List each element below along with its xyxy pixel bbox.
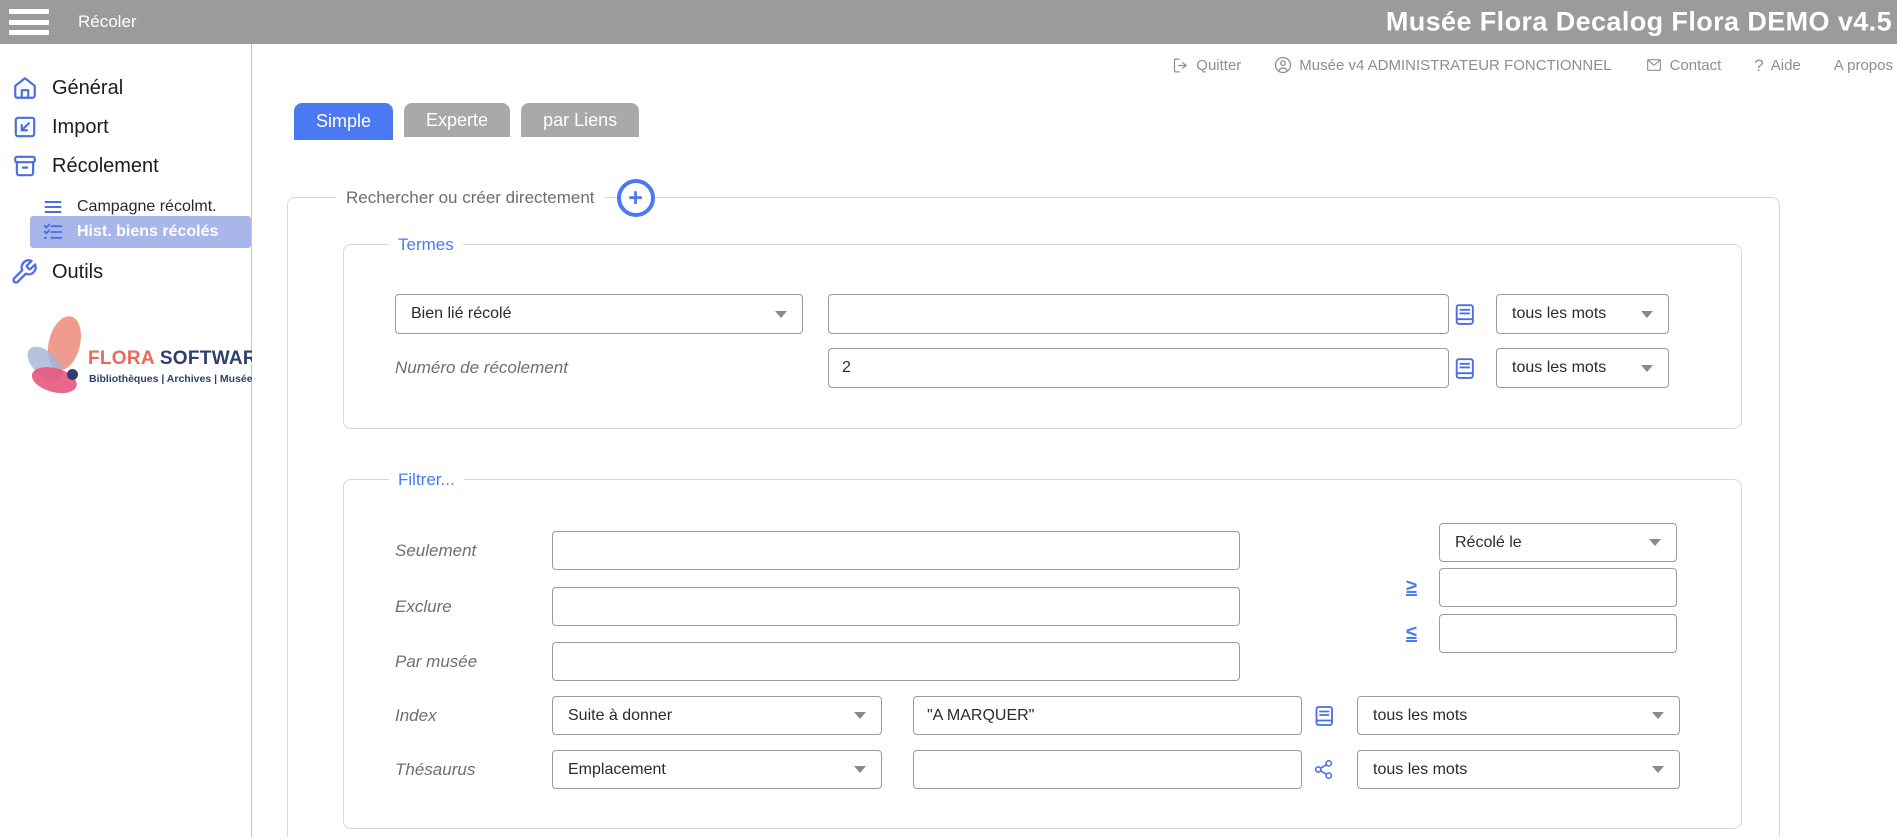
plus-icon: + [628, 186, 643, 211]
book-icon [1452, 302, 1477, 327]
toolbar: Quitter Musée v4 ADMINISTRATEUR FONCTION… [1172, 56, 1893, 74]
seulement-label: Seulement [395, 531, 476, 570]
logo-dot [67, 369, 78, 380]
index-value-input[interactable] [913, 696, 1302, 735]
tab-par-liens[interactable]: par Liens [521, 103, 639, 137]
chevron-down-icon [1652, 712, 1664, 719]
index-label: Index [395, 696, 437, 735]
chevron-down-icon [854, 766, 866, 773]
date-to-input[interactable] [1439, 614, 1677, 653]
sidebar-item-label: Hist. biens récolés [77, 223, 218, 241]
sidebar-item-label: Import [52, 116, 109, 139]
import-icon [12, 114, 38, 140]
thesaurus-label: Thésaurus [395, 750, 475, 789]
search-group-legend: Rechercher ou créer directement + [336, 179, 655, 217]
sidebar-item-label: Général [52, 77, 123, 100]
book-icon [1312, 704, 1336, 728]
user-icon [1274, 56, 1292, 74]
chevron-down-icon [1641, 365, 1653, 372]
par-musee-label: Par musée [395, 642, 477, 681]
index-lookup-button[interactable] [1452, 356, 1477, 381]
app-title: Musée Flora Decalog Flora DEMO v4.5 [1386, 7, 1892, 38]
chevron-down-icon [775, 311, 787, 318]
sidebar-item-general[interactable]: Général [12, 73, 123, 103]
create-record-button[interactable]: + [617, 179, 655, 217]
sidebar-item-label: Campagne récolmt. [77, 198, 217, 216]
date-field-select[interactable]: Récolé le [1439, 523, 1677, 562]
logout-icon [1172, 57, 1189, 74]
contact-link[interactable]: Contact [1645, 57, 1722, 74]
sidebar-item-label: Outils [52, 261, 103, 284]
apropos-link[interactable]: A propos [1834, 57, 1893, 74]
lte-link[interactable]: ≤ [1406, 614, 1417, 653]
numero-recolement-input[interactable] [828, 348, 1449, 388]
term-mode-select[interactable]: tous les mots [1496, 294, 1669, 334]
aide-link[interactable]: ? Aide [1754, 57, 1801, 74]
numero-mode-select[interactable]: tous les mots [1496, 348, 1669, 388]
filtrer-fieldset: Filtrer... Seulement Exclure Par musée I… [343, 479, 1742, 829]
logo-tagline: Bibliothèques | Archives | Musées [89, 373, 258, 385]
termes-legend: Termes [389, 234, 463, 256]
par-musee-input[interactable] [552, 642, 1240, 681]
tab-experte[interactable]: Experte [404, 103, 510, 137]
book-icon [1452, 356, 1477, 381]
menu-icon[interactable] [9, 9, 49, 35]
index-mode-select[interactable]: tous les mots [1357, 696, 1680, 735]
module-title: Récoler [78, 12, 137, 32]
exclure-input[interactable] [552, 587, 1240, 626]
share-icon [1313, 759, 1334, 780]
wrench-icon [10, 258, 38, 286]
app-window: Récoler Musée Flora Decalog Flora DEMO v… [0, 0, 1897, 837]
sidebar-item-import[interactable]: Import [12, 112, 109, 142]
logo-wordmark: FLORA SOFTWARE [88, 348, 270, 370]
date-from-input[interactable] [1439, 568, 1677, 607]
sidebar: Général Import Récolement Campagne récol… [0, 44, 252, 837]
exclure-label: Exclure [395, 587, 452, 626]
index-lookup-button[interactable] [1452, 302, 1477, 327]
index-field-select[interactable]: Suite à donner [552, 696, 882, 735]
term-field-select[interactable]: Bien lié récolé [395, 294, 803, 334]
archive-icon [12, 153, 38, 179]
thesaurus-mode-select[interactable]: tous les mots [1357, 750, 1680, 789]
main-content: Quitter Musée v4 ADMINISTRATEUR FONCTION… [252, 44, 1897, 837]
home-icon [12, 75, 38, 101]
filtrer-legend: Filtrer... [389, 469, 464, 491]
seulement-input[interactable] [552, 531, 1240, 570]
chevron-down-icon [1649, 539, 1661, 546]
quitter-link[interactable]: Quitter [1172, 57, 1241, 74]
sidebar-item-outils[interactable]: Outils [10, 256, 103, 288]
checklist-icon [42, 222, 64, 242]
thesaurus-value-input[interactable] [913, 750, 1302, 789]
app-header: Récoler Musée Flora Decalog Flora DEMO v… [0, 0, 1897, 44]
gte-link[interactable]: ≥ [1406, 568, 1417, 607]
mail-icon [1645, 57, 1663, 73]
term-value-input[interactable] [828, 294, 1449, 334]
question-icon: ? [1754, 57, 1763, 74]
sidebar-item-label: Récolement [52, 155, 159, 178]
list-icon [42, 197, 64, 217]
search-group-title: Rechercher ou créer directement [336, 186, 605, 210]
chevron-down-icon [1641, 311, 1653, 318]
search-group: Rechercher ou créer directement + Termes… [287, 197, 1780, 837]
chevron-down-icon [854, 712, 866, 719]
numero-recolement-label: Numéro de récolement [395, 348, 568, 388]
thesaurus-browse-button[interactable] [1313, 759, 1334, 780]
user-menu[interactable]: Musée v4 ADMINISTRATEUR FONCTIONNEL [1274, 56, 1611, 74]
tab-simple[interactable]: Simple [294, 103, 393, 140]
sidebar-item-hist-biens-recoles[interactable]: Hist. biens récolés [30, 216, 251, 248]
termes-fieldset: Termes Bien lié récolé tous les mots Num… [343, 244, 1742, 429]
index-lookup-button[interactable] [1312, 704, 1336, 728]
thesaurus-field-select[interactable]: Emplacement [552, 750, 882, 789]
flora-software-logo: FLORA SOFTWARE Bibliothèques | Archives … [10, 312, 248, 417]
chevron-down-icon [1652, 766, 1664, 773]
search-tabs: Simple Experte par Liens [294, 103, 639, 140]
sidebar-item-recolement[interactable]: Récolement [12, 151, 159, 181]
